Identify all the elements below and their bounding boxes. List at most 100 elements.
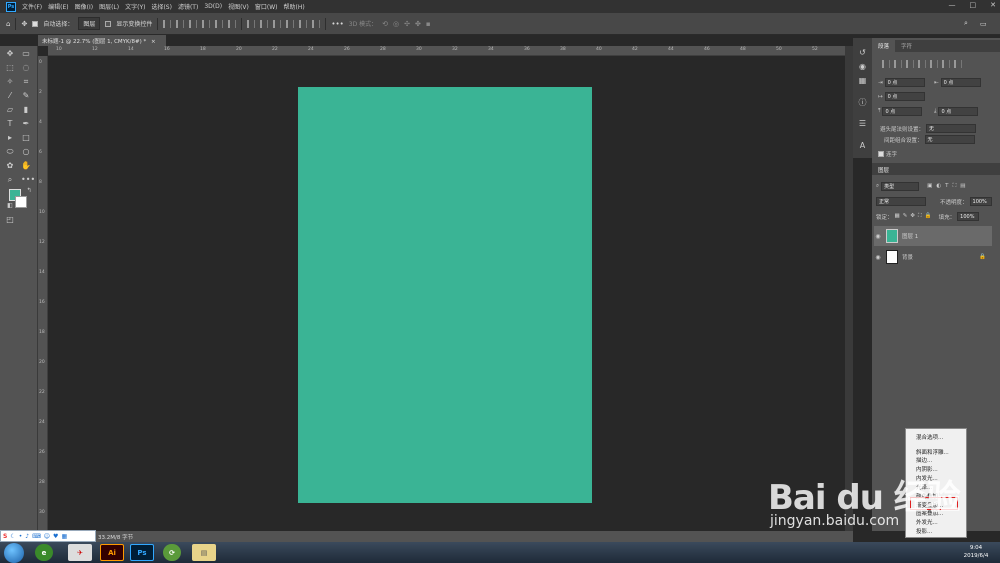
fill-input[interactable]: 100% xyxy=(957,212,980,221)
zoom-tool-icon[interactable]: ⌕ xyxy=(5,175,15,185)
menu-drop-shadow[interactable]: 投影... xyxy=(916,527,932,535)
move-tool-icon[interactable]: ✥ xyxy=(21,20,27,28)
menu-type[interactable]: 文字(Y) xyxy=(125,2,145,11)
menu-outer-glow[interactable]: 外发光... xyxy=(916,518,938,526)
crop-tool-icon[interactable]: ⌗ xyxy=(21,77,31,87)
kinsoku-dropdown[interactable]: 无 xyxy=(926,124,977,133)
custom-shape-tool-icon[interactable]: ✿ xyxy=(5,161,15,171)
layer-filter-dropdown[interactable]: 类型 xyxy=(881,182,920,191)
3d-orbit-icon[interactable]: ⟲ xyxy=(382,20,388,28)
menu-select[interactable]: 选择(S) xyxy=(151,2,172,11)
vertical-scrollbar[interactable] xyxy=(845,46,853,531)
move-tool-icon[interactable]: ✥ xyxy=(5,49,15,59)
artboard-tool-icon[interactable]: ▭ xyxy=(21,49,31,59)
shape-tool-icon[interactable]: ○ xyxy=(21,147,31,157)
hyphenate-checkbox[interactable] xyxy=(878,151,884,157)
distribute-left-icon[interactable] xyxy=(286,19,295,28)
menu-3d[interactable]: 3D(D) xyxy=(204,3,222,10)
mojikumi-dropdown[interactable]: 无 xyxy=(924,135,975,144)
menu-edit[interactable]: 编辑(E) xyxy=(48,2,68,11)
layer-row-layer1[interactable]: ◉ 图层 1 xyxy=(874,226,992,246)
workspace-icon[interactable]: ▭ xyxy=(980,20,987,28)
punctuation-icon[interactable]: • xyxy=(19,533,23,540)
eraser-tool-icon[interactable]: ▱ xyxy=(5,105,15,115)
character-panel-icon[interactable]: A xyxy=(857,140,868,151)
menu-layer[interactable]: 图层(L) xyxy=(99,2,119,11)
magic-wand-tool-icon[interactable]: ✧ xyxy=(5,77,15,87)
layers-panel-title[interactable]: 图层 xyxy=(878,168,889,174)
folder-icon[interactable]: ▤ xyxy=(192,544,216,561)
3d-pan-icon[interactable]: ✣ xyxy=(404,20,410,28)
align-center-icon[interactable] xyxy=(176,19,185,28)
distribute-top-icon[interactable] xyxy=(247,19,256,28)
eye-icon[interactable]: ◉ xyxy=(874,254,882,261)
properties-panel-icon[interactable]: ☰ xyxy=(857,118,868,129)
menu-bevel-emboss[interactable]: 斜面和浮雕... xyxy=(916,448,949,456)
document-canvas[interactable] xyxy=(298,87,592,503)
layer-filter-icons[interactable]: ▣◐T⛶▤ xyxy=(927,183,969,190)
marquee-tool-icon[interactable]: ⬚ xyxy=(5,63,15,73)
align-bottom-icon[interactable] xyxy=(228,19,237,28)
color-panel-icon[interactable]: ◉ xyxy=(857,61,868,72)
distribute-middle-icon[interactable] xyxy=(260,19,269,28)
menu-stroke[interactable]: 描边... xyxy=(916,456,932,464)
maximize-button[interactable]: □ xyxy=(970,1,977,9)
justify-all-icon[interactable] xyxy=(954,60,962,68)
distribute-center-icon[interactable] xyxy=(299,19,308,28)
start-button[interactable] xyxy=(4,543,24,563)
photoshop-taskbar-button[interactable]: Ps xyxy=(130,544,154,561)
shirt-icon[interactable]: ♥ xyxy=(53,533,58,540)
pen-tool-icon[interactable]: ✒ xyxy=(21,119,31,129)
auto-select-checkbox[interactable] xyxy=(32,20,39,27)
minimize-button[interactable]: — xyxy=(949,1,956,9)
keyboard-icon[interactable]: ⌨ xyxy=(32,533,41,540)
microphone-icon[interactable]: ♪ xyxy=(25,533,29,540)
path-selection-tool-icon[interactable]: ▸ xyxy=(5,133,15,143)
indent-first-input[interactable]: 0 点 xyxy=(884,92,925,101)
align-right-text-icon[interactable] xyxy=(906,60,914,68)
space-before-input[interactable]: 0 点 xyxy=(882,107,923,116)
align-left-icon[interactable] xyxy=(163,19,172,28)
space-after-input[interactable]: 0 点 xyxy=(938,107,979,116)
tab-paragraph[interactable]: 段落 xyxy=(872,40,896,52)
moon-icon[interactable]: ☾ xyxy=(10,533,15,540)
3d-video-icon[interactable]: ▪ xyxy=(426,20,431,28)
opacity-input[interactable]: 100% xyxy=(969,197,992,206)
search-icon[interactable]: ⌕ xyxy=(964,19,968,28)
lasso-tool-icon[interactable]: ◌ xyxy=(21,63,31,73)
indent-right-input[interactable]: 0 点 xyxy=(940,78,981,87)
hand-tool-icon[interactable]: ✋ xyxy=(21,161,31,171)
brush-tool-icon[interactable]: ✎ xyxy=(21,91,31,101)
swatches-panel-icon[interactable]: ▦ xyxy=(857,75,868,86)
3d-slide-icon[interactable]: ✤ xyxy=(415,20,421,28)
menu-file[interactable]: 文件(F) xyxy=(22,2,42,11)
user-icon[interactable]: ☺ xyxy=(44,533,50,540)
align-center-text-icon[interactable] xyxy=(894,60,902,68)
menu-view[interactable]: 视图(V) xyxy=(228,2,249,11)
justify-last-left-icon[interactable] xyxy=(918,60,926,68)
distribute-right-icon[interactable] xyxy=(312,19,321,28)
indent-left-input[interactable]: 0 点 xyxy=(884,78,925,87)
justify-last-right-icon[interactable] xyxy=(942,60,950,68)
tab-character[interactable]: 字符 xyxy=(895,40,918,52)
menu-window[interactable]: 窗口(W) xyxy=(255,2,278,11)
more-options-icon[interactable]: ••• xyxy=(331,20,343,28)
ellipse-tool-icon[interactable]: ⬭ xyxy=(5,147,15,157)
default-colors-icon[interactable]: ◧ xyxy=(5,201,15,211)
menu-image[interactable]: 图像(I) xyxy=(75,2,93,11)
type-tool-icon[interactable]: T xyxy=(5,119,15,129)
align-right-icon[interactable] xyxy=(189,19,198,28)
history-panel-icon[interactable]: ↺ xyxy=(857,47,868,58)
lock-icons[interactable]: ▦✎✥⛶🔒 xyxy=(895,213,935,220)
distribute-bottom-icon[interactable] xyxy=(273,19,282,28)
3d-roll-icon[interactable]: ◎ xyxy=(393,20,399,28)
more-tools-icon[interactable]: ••• xyxy=(21,175,35,185)
menu-filter[interactable]: 滤镜(T) xyxy=(178,2,198,11)
info-panel-icon[interactable]: ⓘ xyxy=(857,97,868,108)
background-color-swatch[interactable] xyxy=(15,196,27,208)
layer-row-background[interactable]: ◉ 背景 🔒 xyxy=(874,247,992,267)
align-middle-icon[interactable] xyxy=(215,19,224,28)
illustrator-taskbar-button[interactable]: Ai xyxy=(100,544,124,561)
align-top-icon[interactable] xyxy=(202,19,211,28)
app-icon[interactable]: ⟳ xyxy=(163,544,181,561)
